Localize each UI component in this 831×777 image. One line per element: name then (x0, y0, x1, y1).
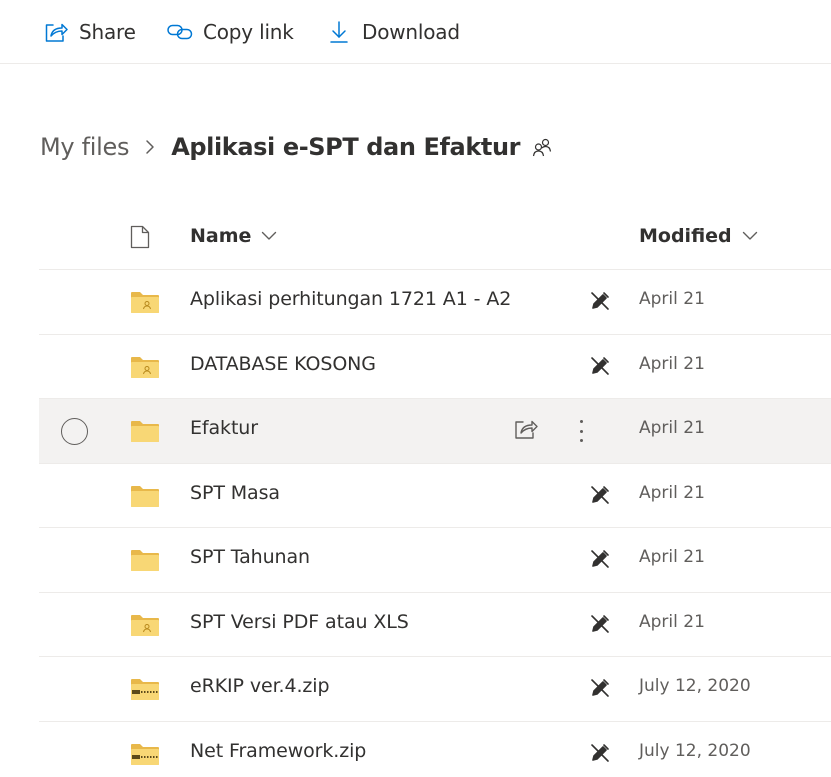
file-name[interactable]: SPT Versi PDF atau XLS (190, 611, 409, 633)
modified-date: April 21 (639, 289, 705, 309)
page-title: Aplikasi e-SPT dan Efaktur (171, 133, 521, 161)
shared-folder-icon (130, 613, 160, 637)
file-row[interactable]: Aplikasi perhitungan 1721 A1 - A2 April 2… (39, 270, 831, 335)
file-name[interactable]: eRKIP ver.4.zip (190, 675, 330, 697)
breadcrumb: My files Aplikasi e-SPT dan Efaktur (40, 127, 552, 167)
shared-people-icon[interactable] (532, 137, 552, 157)
zip-folder-icon (130, 677, 160, 701)
file-row[interactable]: Net Framework.zip July 12, 2020 (39, 722, 831, 777)
file-row[interactable]: SPT Masa April 21 (39, 464, 831, 528)
file-list: Aplikasi perhitungan 1721 A1 - A2 April 2… (39, 270, 831, 777)
file-row[interactable]: Efaktur April 21 (39, 399, 831, 464)
modified-column-label: Modified (639, 225, 732, 247)
download-icon (326, 19, 352, 45)
modified-date: April 21 (639, 482, 705, 503)
shared-folder-icon (130, 355, 160, 379)
more-options-icon[interactable] (574, 417, 588, 445)
file-name[interactable]: DATABASE KOSONG (190, 353, 376, 375)
file-row[interactable]: eRKIP ver.4.zip July 12, 2020 (39, 657, 831, 722)
shared-folder-icon (130, 290, 160, 314)
breadcrumb-my-files[interactable]: My files (40, 133, 130, 161)
sync-disabled-icon (589, 290, 611, 312)
modified-date: July 12, 2020 (639, 740, 751, 761)
share-button[interactable]: Share (43, 14, 136, 50)
column-header: Name Modified (39, 205, 831, 270)
copy-link-label: Copy link (203, 20, 294, 44)
file-name[interactable]: Efaktur (190, 417, 258, 439)
chevron-down-icon (742, 231, 758, 241)
share-icon (43, 19, 69, 45)
sync-disabled-icon (589, 484, 611, 506)
command-bar: Share Copy link Download (0, 0, 831, 64)
modified-date: July 12, 2020 (639, 676, 751, 696)
chevron-right-icon (145, 139, 157, 155)
file-name[interactable]: Net Framework.zip (190, 740, 366, 762)
file-name[interactable]: SPT Tahunan (190, 546, 310, 568)
sync-disabled-icon (589, 742, 611, 764)
copy-link-button[interactable]: Copy link (167, 14, 294, 50)
sync-disabled-icon (589, 613, 611, 635)
share-label: Share (79, 20, 136, 44)
select-checkbox[interactable] (61, 418, 88, 445)
file-name[interactable]: SPT Masa (190, 482, 280, 504)
sync-disabled-icon (589, 548, 611, 570)
modified-date: April 21 (639, 418, 705, 438)
file-name[interactable]: Aplikasi perhitungan 1721 A1 - A2 (190, 288, 511, 310)
modified-date: April 21 (639, 547, 705, 567)
modified-date: April 21 (639, 611, 705, 632)
folder-icon (130, 548, 160, 572)
file-row[interactable]: SPT Versi PDF atau XLS April 21 (39, 593, 831, 657)
folder-icon (130, 484, 160, 508)
link-icon (167, 19, 193, 45)
sync-disabled-icon (589, 677, 611, 699)
folder-icon (130, 419, 160, 443)
file-row[interactable]: DATABASE KOSONG April 21 (39, 335, 831, 399)
download-button[interactable]: Download (326, 14, 460, 50)
name-column-label: Name (190, 225, 252, 247)
download-label: Download (362, 20, 460, 44)
modified-date: April 21 (639, 353, 705, 374)
sync-disabled-icon (589, 355, 611, 377)
share-icon[interactable] (513, 417, 539, 443)
zip-folder-icon (130, 742, 160, 766)
name-column-header[interactable]: Name (190, 225, 277, 247)
file-type-icon[interactable] (130, 225, 150, 249)
chevron-down-icon (261, 231, 277, 241)
file-row[interactable]: SPT Tahunan April 21 (39, 528, 831, 593)
modified-column-header[interactable]: Modified (639, 225, 758, 247)
